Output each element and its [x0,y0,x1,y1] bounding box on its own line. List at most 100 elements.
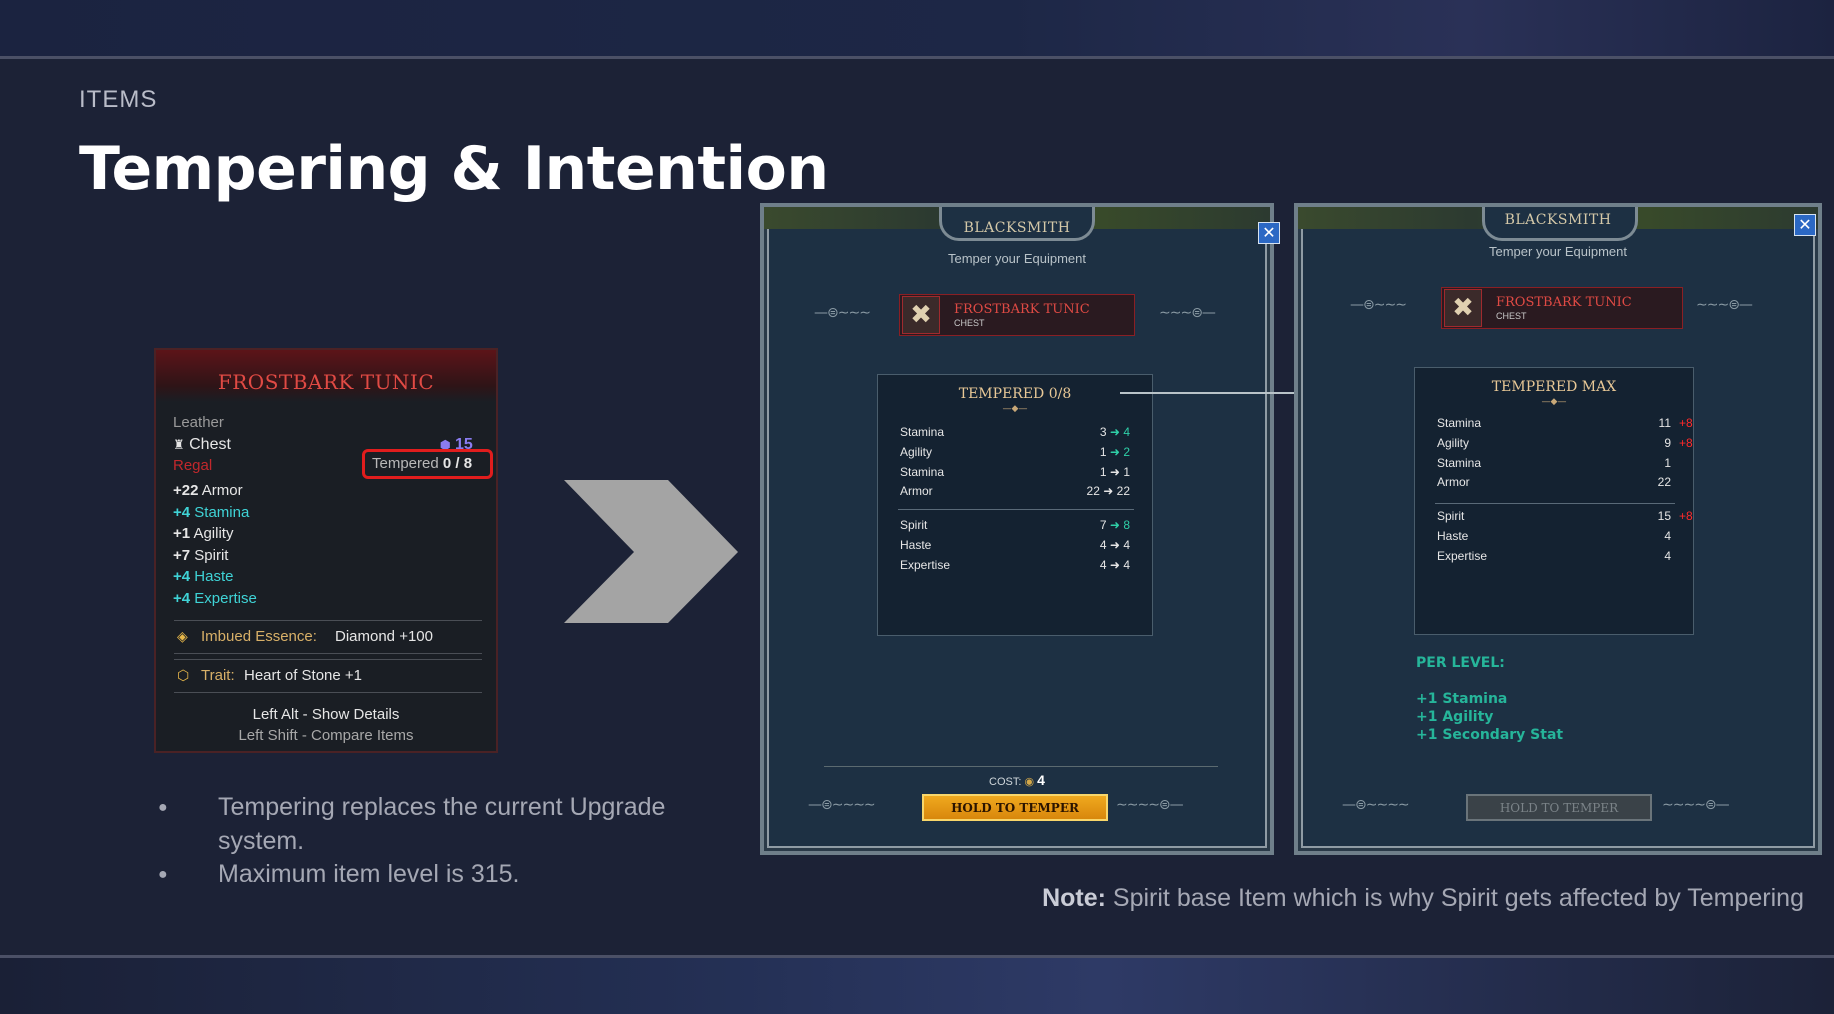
arrow-right-icon: ➜ [1109,464,1120,479]
stat-from: 4 [1099,537,1107,552]
stat-value: +4 [173,568,191,586]
arrow-right-icon: ➜ [1109,537,1120,552]
tooltip-stat-row: +1 Agility [173,525,233,542]
stat-name: Spirit [194,546,229,564]
stat-value: 15 [1657,509,1671,523]
stat-name: Armor [1437,475,1470,490]
ornament-right: ∼∼∼⊜— [1696,297,1753,313]
note-text: Spirit base Item which is why Spirit get… [1112,884,1804,912]
crossed-swords-icon: ✖ [902,296,940,334]
stat-to: 1 [1123,464,1130,479]
cost-divider [824,766,1218,767]
stat-change: 4 ➜ 4 [1100,558,1130,572]
bullet-text: Maximum item level is 315. [218,860,520,888]
panel-subtitle: Temper your Equipment [1488,244,1627,259]
arrow-right-icon: ➜ [1109,425,1120,439]
stat-separator [898,509,1134,510]
per-level-item: +1 Agility [1416,709,1494,725]
note-label: Note: [1042,884,1106,912]
stat-name: Stamina [900,425,945,439]
item-tooltip: FROSTBARK TUNIC Leather ♜ Chest ⬢ 15 Reg… [154,348,498,753]
tempered-title: TEMPERED MAX [1491,379,1617,395]
tooltip-slot-row: ♜ Chest [173,436,231,454]
stat-name: Spirit [900,518,928,532]
background-bottom-strip [0,958,1834,1014]
tooltip-stat-row: +22 Armor [173,482,243,499]
ornament-left: —⊜∼∼∼ [814,305,871,321]
tooltip-stat-row: +4 Stamina [173,504,249,521]
stat-to: 8 [1123,518,1130,532]
stat-name: Armor [900,484,933,499]
bullet-dot: ● [158,866,168,883]
panel-title: BLACKSMITH [1504,212,1612,228]
close-button[interactable]: ✕ [1794,214,1816,236]
stat-delta: +8 [1679,435,1693,450]
per-level-title: PER LEVEL: [1416,655,1505,671]
stat-value: 1 [1664,455,1671,470]
tooltip-item-name: FROSTBARK TUNIC [217,370,435,394]
stat-name: Stamina [900,464,945,479]
blacksmith-panel-before: BLACKSMITH Temper your Equipment ✕ —⊜∼∼∼… [760,203,1280,855]
close-button[interactable]: ✕ [1258,222,1280,244]
stat-name: Haste [900,537,932,552]
ornament-left: —⊜∼∼∼ [1350,297,1407,313]
stat-delta: +8 [1679,416,1693,430]
hold-to-temper-button[interactable]: HOLD TO TEMPER [922,794,1108,821]
bullet-text: Tempering replaces the current Upgrade s… [218,793,666,855]
footnote: Note: Spirit base Item which is why Spir… [1042,884,1804,913]
stat-change: 4 ➜ 4 [1100,538,1130,552]
stat-change: 1 ➜ 1 [1100,465,1130,479]
stat-name: Armor [201,482,243,499]
stat-value: +22 [173,482,199,499]
crossed-swords-icon: ✖ [1444,289,1482,327]
stat-value: 22 [1657,475,1671,490]
arrow-right-icon: ➜ [1109,557,1120,572]
tooltip-rarity: Regal [173,457,213,474]
section-label: ITEMS [79,86,158,113]
arrow-right-icon: ➜ [1103,484,1114,499]
essence-row: ◈ Imbued Essence: Diamond +100 [174,620,482,654]
essence-label: Imbued Essence: [201,628,317,645]
item-slot-type: CHEST [954,318,985,328]
stat-separator [1435,503,1675,504]
stat-name: Agility [1437,435,1470,450]
cost-value: 4 [1037,772,1045,788]
hold-to-temper-button-disabled[interactable]: HOLD TO TEMPER [1466,794,1652,821]
stat-change: 7 ➜ 8 [1100,518,1130,532]
stat-value: 9 [1664,435,1671,450]
cost-row: COST: ◉ 4 [764,772,1270,788]
stat-value: 4 [1664,548,1671,563]
item-slot[interactable]: ✖ FROSTBARK TUNIC CHEST [1441,287,1683,329]
stat-name: Agility [193,525,234,543]
stat-to: 2 [1123,444,1130,459]
cost-label: COST: [989,776,1022,788]
slide-title: Tempering & Intention [79,134,829,204]
stat-name: Expertise [194,590,257,607]
hint-show-details: Left Alt - Show Details [252,706,400,723]
stat-value: 4 [1664,528,1671,543]
trait-label: Trait: [201,667,235,684]
stat-name: Stamina [1437,455,1482,470]
stat-delta: +8 [1679,509,1693,523]
stat-to: 4 [1123,537,1130,552]
tooltip-tempered: Tempered 0 / 8 [372,455,472,472]
stat-to: 4 [1123,557,1130,572]
per-level-item: +1 Secondary Stat [1416,727,1564,743]
essence-value: Diamond +100 [335,628,433,645]
stat-to: 22 [1116,484,1130,499]
diamond-icon: ◈ [177,628,188,644]
trait-value: Heart of Stone +1 [244,667,362,684]
item-name: FROSTBARK TUNIC [954,302,1090,317]
stat-name: Agility [900,444,933,459]
ornament-left: —⊜∼∼∼∼ [808,797,876,813]
stat-name: Stamina [194,503,250,521]
tooltip-slot: Chest [189,436,231,453]
trait-row: ⬡ Trait: Heart of Stone +1 [174,659,482,693]
stat-value: +7 [173,546,191,564]
item-slot[interactable]: ✖ FROSTBARK TUNIC CHEST [899,294,1135,336]
stat-name: Stamina [1437,416,1482,430]
per-level-item: +1 Stamina [1416,691,1508,707]
stat-from: 7 [1099,518,1107,532]
chevron-right-icon [564,480,738,623]
diamond-ornament-icon: —◆— [1541,397,1567,407]
